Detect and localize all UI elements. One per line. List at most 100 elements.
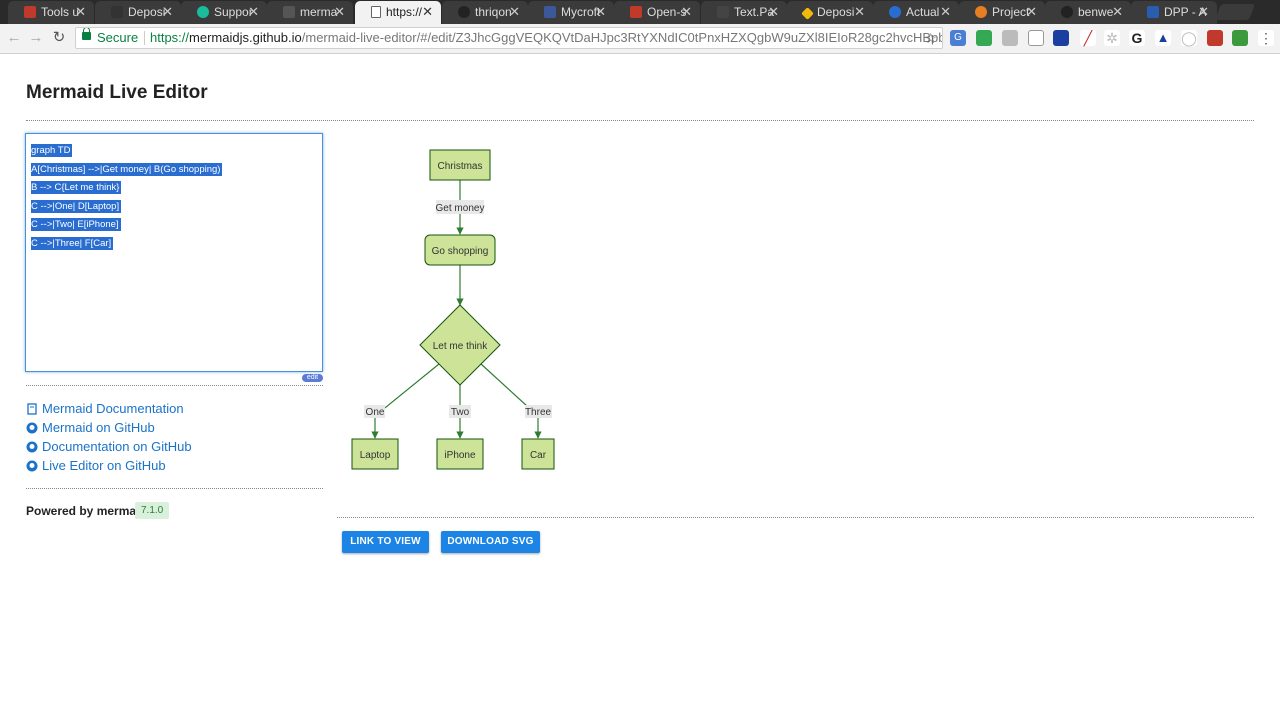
browser-tab[interactable]: thriqon ✕ xyxy=(442,1,528,24)
powered-by-label: Powered by mermaid xyxy=(26,504,147,518)
browser-tab[interactable]: Open-s ✕ xyxy=(614,1,700,24)
facebook-icon xyxy=(544,6,556,18)
divider xyxy=(26,385,323,386)
edge-label-three: Three xyxy=(525,407,552,418)
close-tab-icon[interactable]: ✕ xyxy=(768,1,779,23)
extension-icon[interactable]: G xyxy=(1129,30,1145,46)
lock-icon xyxy=(82,28,91,40)
tab-favicon-icon xyxy=(1147,6,1159,18)
link-mermaid-github[interactable]: Mermaid on GitHub xyxy=(26,419,192,438)
link-label: Live Editor on GitHub xyxy=(42,458,166,473)
close-tab-icon[interactable]: ✕ xyxy=(509,1,520,23)
edge-think-car xyxy=(480,363,542,439)
browser-tab[interactable]: Actual ✕ xyxy=(873,1,959,24)
divider xyxy=(26,120,1254,121)
document-icon[interactable] xyxy=(1028,30,1044,46)
browser-tab[interactable]: Suppor ✕ xyxy=(181,1,267,24)
browser-tab-active[interactable]: https://✕ xyxy=(355,1,441,24)
binance-icon xyxy=(801,7,814,20)
link-mermaid-documentation[interactable]: Mermaid Documentation xyxy=(26,400,192,419)
tab-favicon-icon xyxy=(630,6,642,18)
extension-icon[interactable] xyxy=(1207,30,1223,46)
close-tab-icon[interactable]: ✕ xyxy=(75,1,86,23)
close-tab-icon[interactable]: ✕ xyxy=(162,1,173,23)
extension-icon[interactable]: ╱ xyxy=(1080,30,1096,46)
browser-tab[interactable]: DPP - A ✕ xyxy=(1131,1,1217,24)
new-tab-button[interactable] xyxy=(1215,4,1255,20)
link-label: Mermaid on GitHub xyxy=(42,420,155,435)
tab-favicon-icon xyxy=(975,6,987,18)
browser-tab[interactable]: Deposi ✕ xyxy=(95,1,181,24)
close-tab-icon[interactable]: ✕ xyxy=(681,1,692,23)
browser-tab[interactable]: Project ✕ xyxy=(959,1,1045,24)
url-text[interactable]: https://mermaidjs.github.io/mermaid-live… xyxy=(150,28,943,48)
tab-favicon-icon xyxy=(283,6,295,18)
translate-icon[interactable]: G xyxy=(950,30,966,46)
extension-icon[interactable] xyxy=(1053,30,1069,46)
editor-line[interactable]: C -->|One| D[Laptop] xyxy=(31,199,122,213)
github-icon xyxy=(26,422,38,434)
browser-tab[interactable]: Mycroft ✕ xyxy=(528,1,614,24)
url-scheme: https:// xyxy=(150,30,190,45)
secure-label: Secure xyxy=(97,30,139,45)
globe-icon xyxy=(889,6,901,18)
forward-arrow-icon[interactable]: → xyxy=(26,28,46,48)
close-tab-icon[interactable]: ✕ xyxy=(595,1,606,23)
browser-tab[interactable]: Tools u ✕ xyxy=(8,1,94,24)
link-documentation-github[interactable]: Documentation on GitHub xyxy=(26,438,192,457)
extension-icon[interactable] xyxy=(1232,30,1248,46)
link-to-view-button[interactable]: LINK TO VIEW xyxy=(342,531,429,553)
close-tab-icon[interactable]: ✕ xyxy=(1198,1,1209,23)
browser-tab[interactable]: Deposi ✕ xyxy=(787,1,873,24)
extension-icon[interactable]: ▲ xyxy=(1155,30,1171,46)
close-tab-icon[interactable]: ✕ xyxy=(334,1,345,23)
links-list: Mermaid Documentation Mermaid on GitHub … xyxy=(26,400,192,476)
node-label-car: Car xyxy=(530,450,547,461)
node-label-laptop: Laptop xyxy=(360,450,391,461)
browser-tab[interactable]: Text.Pa ✕ xyxy=(701,1,787,24)
address-bar[interactable]: Secure https://mermaidjs.github.io/merma… xyxy=(75,27,943,49)
extension-icon[interactable] xyxy=(1002,30,1018,46)
download-svg-button[interactable]: DOWNLOAD SVG xyxy=(441,531,540,553)
code-editor[interactable]: graph TD A[Christmas] -->|Get money| B(G… xyxy=(25,133,323,372)
page-title: Mermaid Live Editor xyxy=(26,82,208,103)
browser-tab[interactable]: merma ✕ xyxy=(267,1,353,24)
github-icon xyxy=(26,460,38,472)
tab-favicon-icon xyxy=(24,6,36,18)
link-label: Documentation on GitHub xyxy=(42,439,192,454)
editor-line[interactable]: A[Christmas] -->|Get money| B(Go shoppin… xyxy=(31,162,223,176)
link-live-editor-github[interactable]: Live Editor on GitHub xyxy=(26,457,192,476)
editor-line[interactable]: graph TD xyxy=(31,144,73,157)
editor-line[interactable]: C -->|Two| E[iPhone] xyxy=(31,218,121,231)
menu-icon[interactable]: ⋮ xyxy=(1258,30,1274,46)
version-badge: 7.1.0 xyxy=(135,502,170,519)
bookmark-star-icon[interactable]: ☆ xyxy=(924,28,937,48)
book-icon xyxy=(27,403,37,415)
close-tab-icon[interactable]: ✕ xyxy=(1026,1,1037,23)
edge-label-two: Two xyxy=(451,407,470,418)
editor-line[interactable]: C -->|Three| F[Car] xyxy=(31,236,114,250)
edge-think-laptop xyxy=(371,363,440,439)
edit-badge[interactable]: edit xyxy=(302,374,323,382)
divider xyxy=(26,488,323,489)
url-path: /mermaid-live-editor/#/edit/Z3JhcGggVEQK… xyxy=(301,30,943,45)
extension-icon[interactable] xyxy=(976,30,992,46)
github-icon xyxy=(1061,6,1073,18)
close-tab-icon[interactable]: ✕ xyxy=(854,1,865,23)
back-arrow-icon[interactable]: ← xyxy=(4,28,24,48)
close-tab-icon[interactable]: ✕ xyxy=(1112,1,1123,23)
close-tab-icon[interactable]: ✕ xyxy=(940,1,951,23)
github-icon xyxy=(458,6,470,18)
editor-line[interactable]: B --> C{Let me think} xyxy=(31,181,122,194)
tab-favicon-icon xyxy=(111,6,123,18)
gear-icon[interactable]: ✲ xyxy=(1104,30,1120,46)
browser-tab[interactable]: benwe ✕ xyxy=(1045,1,1131,24)
tab-favicon-icon xyxy=(717,6,729,18)
close-tab-icon[interactable]: ✕ xyxy=(422,1,433,23)
close-tab-icon[interactable]: ✕ xyxy=(248,1,259,23)
reload-icon[interactable]: ↻ xyxy=(49,28,69,48)
document-icon xyxy=(371,6,381,18)
link-label: Mermaid Documentation xyxy=(42,401,184,416)
node-label-christmas: Christmas xyxy=(437,161,482,172)
extension-icon[interactable]: ◯ xyxy=(1181,30,1197,46)
